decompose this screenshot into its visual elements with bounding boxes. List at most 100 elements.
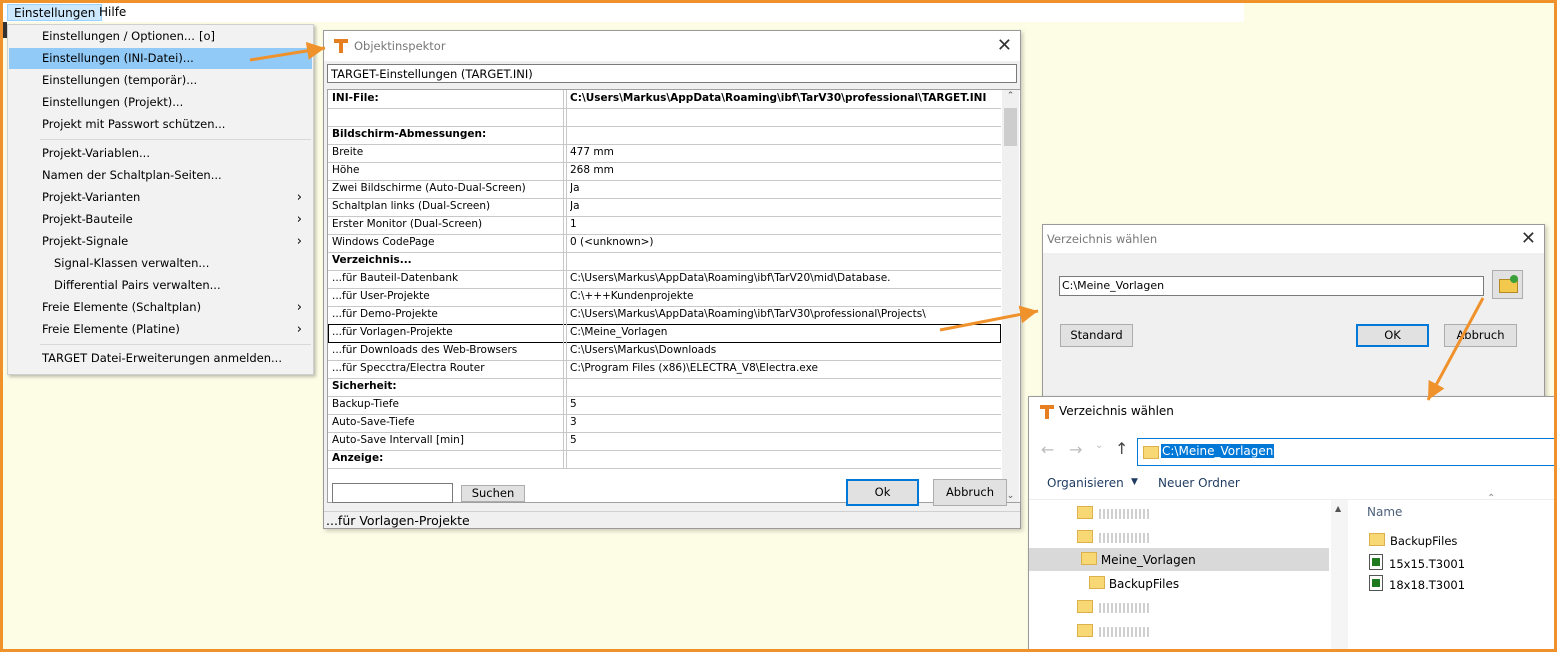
scroll-thumb[interactable] bbox=[1004, 108, 1017, 146]
folder-icon bbox=[1077, 600, 1093, 613]
property-value[interactable]: 268 mm bbox=[570, 162, 1000, 179]
tree-item-blurred[interactable] bbox=[1077, 527, 1151, 549]
standard-button[interactable]: Standard bbox=[1060, 324, 1133, 347]
property-value[interactable]: C:\Program Files (x86)\ELECTRA_V8\Electr… bbox=[570, 360, 1000, 377]
tree-item-backupfiles[interactable]: BackupFiles bbox=[1089, 573, 1179, 595]
property-row[interactable]: Erster Monitor (Dual-Screen) 1 bbox=[328, 216, 1001, 235]
file-list-item[interactable]: 18x18.T3001 bbox=[1369, 573, 1465, 593]
property-key: ...für User-Projekte bbox=[332, 290, 430, 302]
menu-item-differential-pairs[interactable]: Differential Pairs verwalten... bbox=[9, 275, 312, 296]
property-value[interactable]: 5 bbox=[570, 432, 1000, 449]
search-button[interactable]: Suchen bbox=[461, 485, 525, 502]
property-value[interactable]: C:\Users\Markus\AppData\Roaming\ibf\TarV… bbox=[570, 270, 1000, 287]
file-list-item[interactable]: BackupFiles bbox=[1369, 531, 1457, 551]
property-row[interactable]: ...für Demo-Projekte C:\Users\Markus\AppD… bbox=[328, 306, 1001, 325]
property-row[interactable]: ...für Downloads des Web-Browsers C:\User… bbox=[328, 342, 1001, 361]
property-row[interactable]: Zwei Bildschirme (Auto-Dual-Screen) Ja bbox=[328, 180, 1001, 199]
column-divider bbox=[563, 342, 567, 360]
menu-item-datei-erweiterungen[interactable]: TARGET Datei-Erweiterungen anmelden... bbox=[9, 348, 312, 369]
column-header-name[interactable]: Name bbox=[1367, 505, 1402, 519]
property-row[interactable]: Höhe 268 mm bbox=[328, 162, 1001, 181]
property-row[interactable]: Backup-Tiefe 5 bbox=[328, 396, 1001, 415]
property-row[interactable]: Sicherheit: bbox=[328, 378, 1001, 397]
property-row[interactable]: Auto-Save-Tiefe 3 bbox=[328, 414, 1001, 433]
ok-button[interactable]: Ok bbox=[846, 479, 919, 506]
column-divider bbox=[563, 126, 567, 144]
close-icon[interactable]: ✕ bbox=[997, 35, 1012, 56]
property-value[interactable]: C:\Users\Markus\Downloads bbox=[570, 342, 1000, 359]
menu-hilfe[interactable]: Hilfe bbox=[93, 4, 132, 21]
menu-item-signal-klassen[interactable]: Signal-Klassen verwalten... bbox=[9, 253, 312, 274]
menu-item-projekt[interactable]: Einstellungen (Projekt)... bbox=[9, 92, 312, 113]
new-folder-button[interactable]: Neuer Ordner bbox=[1158, 476, 1240, 490]
organize-button[interactable]: Organisieren bbox=[1047, 476, 1124, 490]
tree-item-meine-vorlagen[interactable]: Meine_Vorlagen bbox=[1081, 549, 1196, 571]
property-value[interactable]: 5 bbox=[570, 396, 1000, 413]
column-divider bbox=[563, 306, 567, 324]
search-input[interactable] bbox=[332, 483, 453, 503]
up-arrow-icon[interactable]: ↑ bbox=[1115, 439, 1128, 458]
file-list-item[interactable]: 15x15.T3001 bbox=[1369, 552, 1465, 572]
menu-item-projekt-varianten[interactable]: Projekt-Varianten › bbox=[9, 187, 312, 208]
tree-item-blurred[interactable] bbox=[1077, 597, 1151, 619]
cancel-button[interactable]: Abbruch bbox=[933, 479, 1007, 506]
explorer-toolbar: Organisieren ▼ Neuer Ordner bbox=[1029, 469, 1555, 500]
property-row[interactable]: Bildschirm-Abmessungen: bbox=[328, 126, 1001, 145]
browse-folder-button[interactable] bbox=[1492, 270, 1523, 299]
property-value[interactable]: C:\Meine_Vorlagen bbox=[570, 324, 1000, 341]
property-row[interactable]: Breite 477 mm bbox=[328, 144, 1001, 163]
property-value[interactable]: 477 mm bbox=[570, 144, 1000, 161]
menu-item-temporaer[interactable]: Einstellungen (temporär)... bbox=[9, 70, 312, 91]
menu-einstellungen[interactable]: Einstellungen bbox=[7, 4, 103, 21]
property-value[interactable]: 0 (<unknown>) bbox=[570, 234, 1000, 251]
vertical-scrollbar[interactable]: ⌃ ⌄ bbox=[1002, 90, 1019, 502]
tree-item-blurred[interactable] bbox=[1077, 503, 1151, 525]
target-logo-icon bbox=[1039, 404, 1055, 420]
recent-dropdown-icon[interactable]: ⌄ bbox=[1095, 440, 1103, 451]
menu-item-projekt-signale[interactable]: Projekt-Signale › bbox=[9, 231, 312, 252]
property-value[interactable]: C:\+++Kundenprojekte bbox=[570, 288, 1000, 305]
property-row[interactable]: Anzeige: bbox=[328, 450, 1001, 469]
property-row[interactable]: ...für User-Projekte C:\+++Kundenprojekte bbox=[328, 288, 1001, 307]
path-input[interactable]: C:\Meine_Vorlagen bbox=[1059, 276, 1484, 296]
property-value[interactable]: Ja bbox=[570, 180, 1000, 197]
property-row[interactable]: ...für Vorlagen-Projekte C:\Meine_Vorlage… bbox=[328, 324, 1001, 343]
tree-scrollbar[interactable]: ▲ bbox=[1331, 500, 1348, 650]
property-value[interactable]: 3 bbox=[570, 414, 1000, 431]
forward-arrow-icon[interactable]: → bbox=[1069, 440, 1082, 459]
property-value[interactable]: C:\Users\Markus\AppData\Roaming\ibf\TarV… bbox=[570, 306, 1000, 323]
property-row[interactable]: Auto-Save Intervall [min] 5 bbox=[328, 432, 1001, 451]
property-row[interactable] bbox=[328, 108, 1001, 127]
scroll-up-icon[interactable]: ⌃ bbox=[1002, 91, 1019, 101]
menu-item-projekt-bauteile[interactable]: Projekt-Bauteile › bbox=[9, 209, 312, 230]
menu-item-schaltplan-seiten[interactable]: Namen der Schaltplan-Seiten... bbox=[9, 165, 312, 186]
tree-item-blurred[interactable] bbox=[1077, 621, 1151, 643]
property-row[interactable]: ...für Specctra/Electra Router C:\Program… bbox=[328, 360, 1001, 379]
menu-item-freie-elemente-platine[interactable]: Freie Elemente (Platine) › bbox=[9, 319, 312, 340]
menu-item-ini-datei[interactable]: Einstellungen (INI-Datei)... bbox=[9, 48, 312, 69]
property-key: Auto-Save-Tiefe bbox=[332, 416, 415, 428]
property-row[interactable]: INI-File: C:\Users\Markus\AppData\Roaming… bbox=[328, 90, 1001, 109]
menu-item-freie-elemente-schaltplan[interactable]: Freie Elemente (Schaltplan) › bbox=[9, 297, 312, 318]
target-logo-icon bbox=[333, 38, 349, 54]
property-value[interactable]: 1 bbox=[570, 216, 1000, 233]
property-value[interactable]: C:\Users\Markus\AppData\Roaming\ibf\TarV… bbox=[570, 90, 1000, 107]
ok-button[interactable]: OK bbox=[1356, 324, 1429, 347]
property-key: ...für Bauteil-Datenbank bbox=[332, 272, 459, 284]
property-value[interactable]: Ja bbox=[570, 198, 1000, 215]
property-row[interactable]: Windows CodePage 0 (<unknown>) bbox=[328, 234, 1001, 253]
back-arrow-icon[interactable]: ← bbox=[1041, 440, 1054, 459]
close-icon[interactable]: ✕ bbox=[1521, 228, 1536, 249]
menu-item-optionen[interactable]: Einstellungen / Optionen... [o] bbox=[9, 26, 312, 47]
property-row[interactable]: ...für Bauteil-Datenbank C:\Users\Markus\… bbox=[328, 270, 1001, 289]
menu-item-projekt-variablen[interactable]: Projekt-Variablen... bbox=[9, 143, 312, 164]
address-bar[interactable]: C:\Meine_Vorlagen bbox=[1137, 438, 1557, 466]
header-field[interactable]: TARGET-Einstellungen (TARGET.INI) bbox=[327, 64, 1017, 83]
menu-item-passwort[interactable]: Projekt mit Passwort schützen... bbox=[9, 114, 312, 135]
property-row[interactable]: Schaltplan links (Dual-Screen) Ja bbox=[328, 198, 1001, 217]
chevron-right-icon: › bbox=[296, 322, 302, 337]
cancel-button[interactable]: Abbruch bbox=[1444, 324, 1517, 347]
scroll-up-icon[interactable]: ▲ bbox=[1335, 504, 1341, 513]
property-row[interactable]: Verzeichnis... bbox=[328, 252, 1001, 271]
folder-icon bbox=[1089, 576, 1105, 589]
